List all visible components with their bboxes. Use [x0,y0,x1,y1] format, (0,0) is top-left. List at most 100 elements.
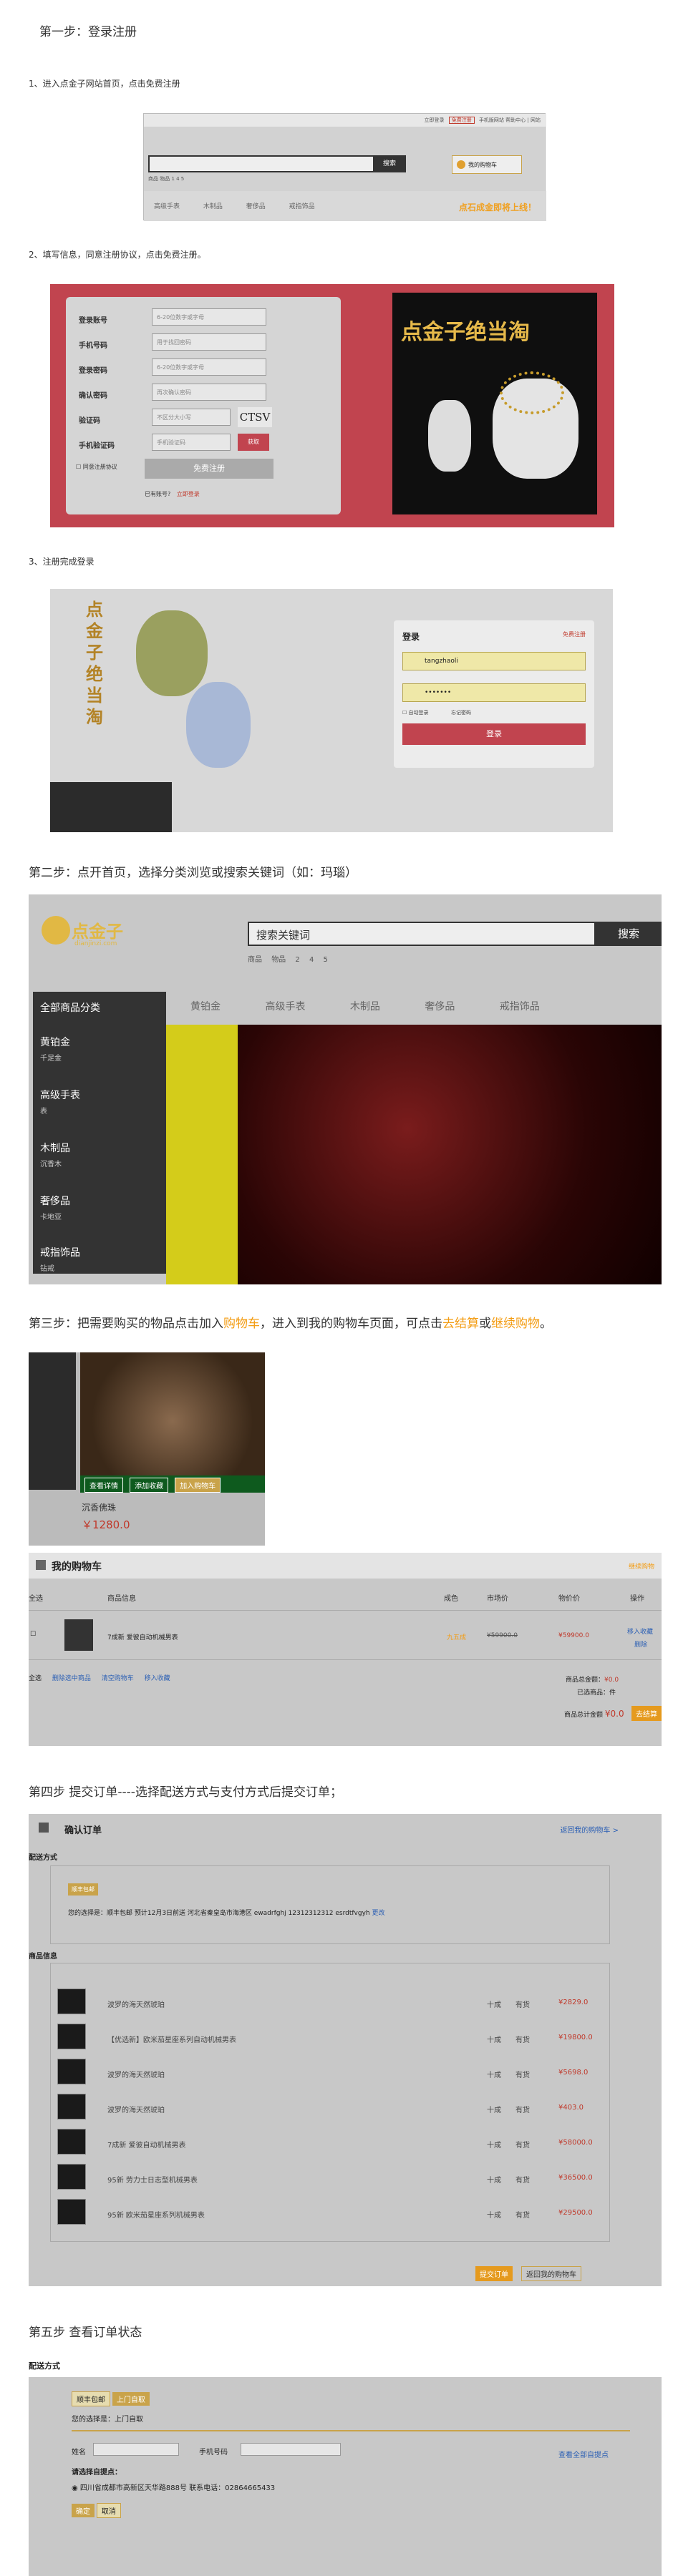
login-username-input[interactable]: tangzhaoli [402,652,586,670]
row-checkbox[interactable]: ☐ [30,1631,36,1638]
nav-wood[interactable]: 木制品 [350,999,380,1013]
name-input[interactable] [93,2443,179,2456]
captcha-image[interactable]: CTSV [238,407,272,427]
delete-link[interactable]: 删除 [634,1639,647,1649]
register-submit-button[interactable]: 免费注册 [145,459,273,479]
back-to-cart-link[interactable]: 返回我的购物车 > [560,1824,619,1835]
toplink-site[interactable]: 网站 [531,117,541,123]
cat-rings[interactable]: 戒指饰品 钻戒 [40,1245,80,1273]
cat-luxury-sub[interactable]: 卡地亚 [40,1211,70,1221]
confirm-button[interactable]: 确定 [72,2504,95,2517]
sms-get-button[interactable]: 获取 [238,434,269,451]
step3-title: 第三步：把需要购买的物品点击加入购物车，进入到我的购物车页面，可点击去结算或继续… [29,1313,552,1331]
cat-luxury[interactable]: 奢侈品 卡地亚 [40,1194,70,1221]
home-search-input[interactable] [148,155,384,172]
product-name[interactable]: 沉香佛珠 [82,1501,116,1513]
home-tab-watch[interactable]: 高级手表 [154,201,180,210]
add-favorite-button[interactable]: 添加收藏 [130,1478,169,1493]
grand-line: 商品总计金额 ¥0.0 [564,1709,624,1719]
order-item-name[interactable]: 7成新 爱彼自动机械男表 [107,2139,186,2150]
search-input[interactable]: 搜索关键词 [248,922,596,946]
nav-gold[interactable]: 黄铂金 [190,999,221,1013]
cart-item-market: ¥59900.0 [487,1632,518,1639]
product-image[interactable] [80,1352,265,1490]
field-phone-input[interactable]: 用于找回密码 [152,333,266,351]
hotword[interactable]: 物品 [271,956,286,964]
login-remember[interactable]: ☐ 自动登录 [402,709,429,716]
all-categories[interactable]: 全部商品分类 [40,1000,100,1015]
nav-rings[interactable]: 戒指饰品 [500,999,540,1013]
nav-watch[interactable]: 高级手表 [265,999,305,1013]
cart-item-name[interactable]: 7成新 爱彼自动机械男表 [107,1632,178,1641]
login-submit-button[interactable]: 登录 [402,723,586,745]
hotword[interactable]: 5 [324,956,328,964]
delete-selected-link[interactable]: 删除选中商品 [52,1675,91,1682]
submit-order-button[interactable]: 提交订单 [475,2266,513,2281]
field-password-input[interactable]: 6-20位数字或字母 [152,358,266,376]
phone-input[interactable] [241,2443,341,2456]
cat-watch-sub[interactable]: 表 [40,1105,80,1116]
login-link[interactable]: 立即登录 [177,491,200,497]
home-cart-button[interactable]: 我的购物车 [452,155,522,174]
order-item-name[interactable]: 95新 欧米茄星座系列机械男表 [107,2209,205,2220]
confirm-title: 确认订单 [64,1825,102,1836]
search-button[interactable]: 搜索 [596,922,662,946]
home-search-button[interactable]: 搜索 [373,155,406,172]
search-placeholder: 搜索关键词 [256,929,311,942]
continue-shopping-link[interactable]: 继续购物 [629,1561,654,1571]
view-detail-button[interactable]: 查看详情 [84,1478,123,1493]
cat-gold-sub[interactable]: 千足金 [40,1052,70,1063]
forgot-link[interactable]: 忘记密码 [451,709,471,716]
home-tab-luxury[interactable]: 奢侈品 [246,201,266,210]
order-item-stock: 有货 [515,2001,530,2009]
select-all[interactable]: 全选 [29,1675,42,1682]
move-favorite-link[interactable]: 移入收藏 [145,1675,170,1682]
hotword[interactable]: 2 [295,956,299,964]
pickup-point-option[interactable]: ◉ 四川省成都市高新区天华路888号 联系电话：02864665433 [72,2482,275,2492]
login-password-input[interactable]: ••••••• [402,683,586,702]
add-to-cart-button[interactable]: 加入购物车 [175,1478,221,1493]
clear-cart-link[interactable]: 清空购物车 [102,1675,134,1682]
checkout-button[interactable]: 去结算 [631,1706,662,1721]
field-sms-input[interactable]: 手机验证码 [152,434,231,451]
return-cart-button[interactable]: 返回我的购物车 [521,2266,581,2281]
all-pickup-points-link[interactable]: 查看全部自提点 [558,2449,609,2459]
login-register-link[interactable]: 免费注册 [563,630,586,638]
order-item-name[interactable]: 波罗的海天然琥珀 [107,2104,165,2114]
order-item-image [57,2024,86,2049]
hotword[interactable]: 4 [309,956,314,964]
toplink-register[interactable]: 免费注册 [448,117,475,124]
toplink-help[interactable]: 帮助中心 [505,117,526,123]
cancel-button[interactable]: 取消 [96,2503,121,2518]
order-item-name[interactable]: 波罗的海天然琥珀 [107,2069,165,2079]
order-item-name[interactable]: 波罗的海天然琥珀 [107,1999,165,2009]
cat-watch[interactable]: 高级手表表 [40,1088,80,1116]
order-item-price: ¥36500.0 [558,2174,593,2182]
th-select-all[interactable]: 全选 [29,1592,43,1603]
toplink-login[interactable]: 立即登录 [424,117,444,123]
agree-checkbox[interactable]: ☐ 同意注册协议 [76,463,117,471]
ship-tag[interactable]: 顺丰包邮 [68,1883,98,1896]
tab-self-pickup[interactable]: 上门自取 [112,2392,150,2406]
field-captcha-input[interactable]: 不区分大小写 [152,409,231,426]
tab-sf-delivery[interactable]: 顺丰包邮 [72,2391,110,2406]
move-to-favorite-link[interactable]: 移入收藏 [627,1626,653,1636]
banner-slide[interactable] [166,1025,662,1284]
cat-rings-sub[interactable]: 钻戒 [40,1262,80,1273]
hotword[interactable]: 商品 [248,956,262,964]
step4-title: 第四步 提交订单----选择配送方式与支付方式后提交订单； [29,1785,342,1800]
cat-wood-sub[interactable]: 沉香木 [40,1158,70,1169]
field-account-input[interactable]: 6-20位数字或字母 [152,308,266,326]
home-tab-rings[interactable]: 戒指饰品 [289,201,315,210]
home-tab-wood[interactable]: 木制品 [203,201,223,210]
toplink-mobile[interactable]: 手机版网站 [479,117,504,123]
cat-wood[interactable]: 木制品 沉香木 [40,1141,70,1169]
nav-luxury[interactable]: 奢侈品 [425,999,455,1013]
field-confirm-input[interactable]: 再次确认密码 [152,384,266,401]
order-item-name[interactable]: 95新 劳力士日志型机械男表 [107,2174,198,2185]
cat-gold[interactable]: 黄铂金 千足金 [40,1035,70,1063]
cart-item-image[interactable] [64,1619,93,1651]
th-condition: 成色 [444,1595,458,1603]
order-item-name[interactable]: 【优选新】欧米茄星座系列自动机械男表 [107,2034,236,2044]
ship-change-link[interactable]: 更改 [372,1910,385,1917]
